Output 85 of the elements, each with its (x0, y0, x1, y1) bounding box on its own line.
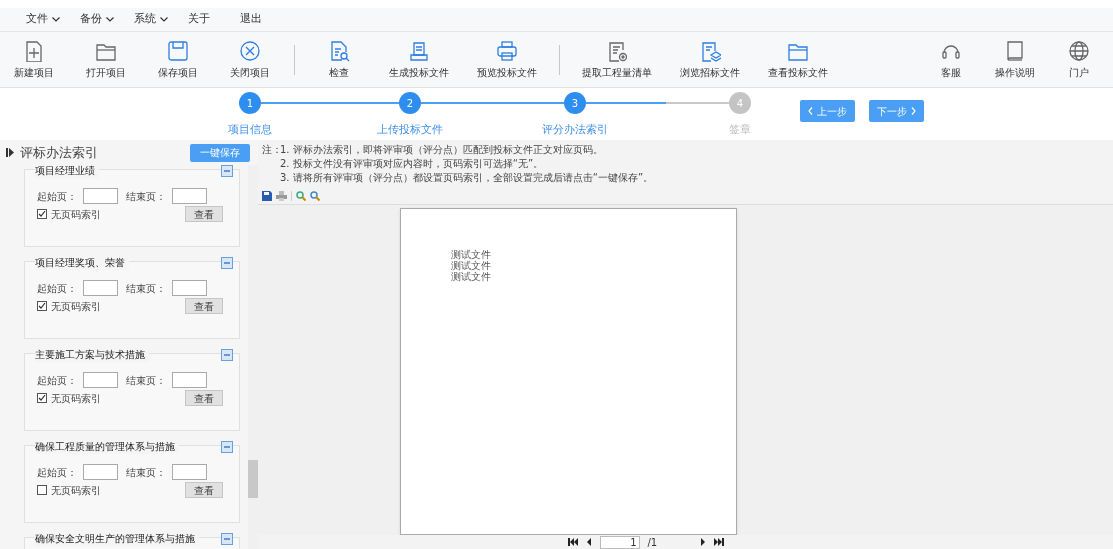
field-label: 起始页： (37, 373, 78, 388)
menu-item[interactable]: 系统 (134, 11, 168, 28)
toolbar-button[interactable]: 预览投标文件 (469, 39, 545, 80)
checkbox[interactable] (37, 393, 47, 403)
start-page-field[interactable] (83, 188, 118, 204)
panel-title: 评标办法索引 (20, 143, 98, 162)
document-text: 测试文件 (450, 249, 492, 260)
view-button[interactable]: 查看 (185, 482, 223, 498)
note-text: 3. 请将所有评审项（评分点）都设置页码索引，全部设置完成后请点击“一键保存”。 (280, 171, 654, 185)
collapse-icon[interactable] (221, 348, 233, 361)
collapse-icon[interactable] (221, 532, 233, 545)
checkbox[interactable] (37, 485, 47, 495)
step-label: 评分办法索引 (541, 122, 609, 138)
toolbar-button[interactable]: 打开项目 (76, 39, 136, 80)
collapse-icon[interactable] (221, 440, 233, 453)
step-label: 上传投标文件 (376, 122, 444, 138)
menu-item[interactable]: 文件 (26, 11, 60, 28)
scrollbar[interactable] (248, 165, 258, 549)
collapse-icon[interactable] (221, 256, 233, 269)
page-number-field[interactable]: 1 (599, 535, 640, 549)
toolbar-button[interactable]: 新建项目 (4, 39, 64, 80)
first-page-icon[interactable] (567, 538, 578, 546)
chevron-left-icon (808, 107, 813, 115)
last-page-icon[interactable] (713, 538, 724, 546)
section-title: 项目经理奖项、荣誉 (35, 255, 129, 270)
page-total: /1 (647, 535, 659, 549)
toolbar-button[interactable]: 保存项目 (148, 39, 208, 80)
checkbox-label[interactable]: 无页码索引 (51, 298, 101, 314)
checkbox[interactable] (37, 301, 47, 311)
field-label: 结束页： (126, 281, 167, 296)
end-page-field[interactable] (172, 464, 207, 480)
field-label: 结束页： (126, 373, 167, 388)
field-label: 结束页： (126, 465, 167, 480)
end-page-field[interactable] (172, 372, 207, 388)
collapse-icon[interactable] (221, 165, 233, 177)
start-page-field[interactable] (83, 280, 118, 296)
start-page-field[interactable] (83, 464, 118, 480)
previous-page-icon[interactable] (585, 538, 592, 546)
menu-item[interactable]: 关于 (188, 11, 220, 28)
toolbar-button[interactable]: 浏览招标文件 (672, 39, 748, 80)
view-button[interactable]: 查看 (185, 298, 223, 314)
field-label: 起始页： (37, 189, 78, 204)
note-label: 注： (262, 143, 280, 157)
section-title: 确保安全文明生产的管理体系与措施 (35, 531, 199, 546)
toolbar-button[interactable]: 门户 (1049, 39, 1109, 80)
view-button[interactable]: 查看 (185, 390, 223, 406)
end-page-field[interactable] (172, 188, 207, 204)
panel-toggle-icon[interactable] (6, 148, 14, 157)
checkbox-label[interactable]: 无页码索引 (51, 206, 101, 222)
zoom-out-icon[interactable] (310, 190, 320, 201)
view-button[interactable]: 查看 (185, 206, 223, 222)
start-page-field[interactable] (83, 372, 118, 388)
field-label: 结束页： (126, 189, 167, 204)
note-text: 1. 评标办法索引，即将评审项（评分点）匹配到投标文件正文对应页码。 (280, 143, 603, 157)
chevron-down-icon (52, 17, 60, 22)
toolbar-button[interactable]: 查看投标文件 (760, 39, 836, 80)
toolbar-button[interactable]: 提取工程量清单 (574, 39, 660, 80)
toolbar-button[interactable]: 关闭项目 (220, 39, 280, 80)
note-text: 2. 投标文件没有评审项对应内容时，页码索引可选择“无”。 (280, 157, 544, 171)
toolbar-button[interactable]: 生成投标文件 (381, 39, 457, 80)
checkbox[interactable] (37, 209, 47, 219)
end-page-field[interactable] (172, 280, 207, 296)
save-icon[interactable] (262, 190, 272, 201)
section-title: 确保工程质量的管理体系与措施 (35, 439, 179, 454)
checkbox-label[interactable]: 无页码索引 (51, 482, 101, 498)
chevron-down-icon (106, 17, 114, 22)
menu-item[interactable]: 备份 (80, 11, 114, 28)
toolbar-button[interactable]: 检查 (309, 39, 369, 80)
step-label: 签章 (728, 122, 752, 138)
checkbox-label[interactable]: 无页码索引 (51, 390, 101, 406)
section-title: 项目经理业绩 (35, 165, 99, 178)
chevron-right-icon (911, 107, 916, 115)
zoom-in-icon[interactable] (296, 190, 306, 201)
step-label: 项目信息 (227, 122, 273, 138)
toolbar-button[interactable]: 客服 (921, 39, 981, 80)
toolbar-button[interactable]: 操作说明 (985, 39, 1045, 80)
printer-icon[interactable] (276, 190, 287, 201)
document-text: 测试文件 (450, 260, 492, 271)
document-text: 测试文件 (450, 271, 492, 282)
section-title: 主要施工方案与技术措施 (35, 347, 149, 362)
chevron-down-icon (160, 17, 168, 22)
menu-item[interactable]: 退出 (240, 11, 272, 28)
field-label: 起始页： (37, 465, 78, 480)
next-page-icon[interactable] (699, 538, 706, 546)
field-label: 起始页： (37, 281, 78, 296)
